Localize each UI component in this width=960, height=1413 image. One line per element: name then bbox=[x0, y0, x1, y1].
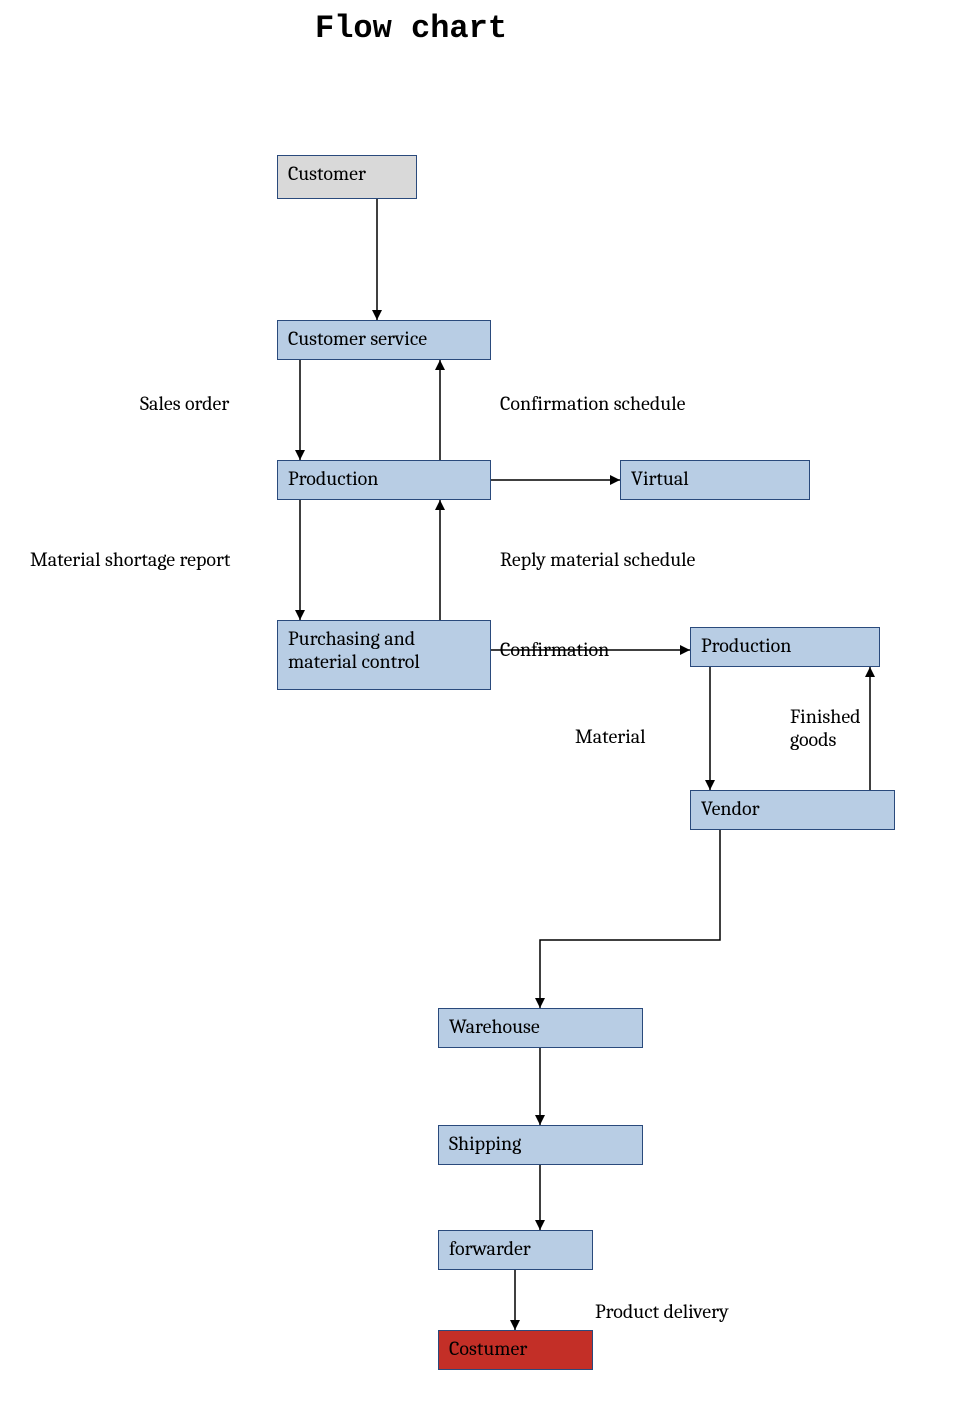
label-confirmation: Confirmation bbox=[500, 638, 609, 661]
node-production-1: Production bbox=[277, 460, 491, 500]
node-production-2: Production bbox=[690, 627, 880, 667]
label-sales-order: Sales order bbox=[140, 392, 229, 415]
node-purchasing: Purchasing and material control bbox=[277, 620, 491, 690]
node-virtual: Virtual bbox=[620, 460, 810, 500]
label-product-delivery: Product delivery bbox=[595, 1300, 729, 1323]
node-warehouse: Warehouse bbox=[438, 1008, 643, 1048]
label-material-shortage: Material shortage report bbox=[30, 548, 230, 571]
label-reply-material: Reply material schedule bbox=[500, 548, 695, 571]
node-shipping: Shipping bbox=[438, 1125, 643, 1165]
label-finished-goods: Finished goods bbox=[790, 705, 880, 751]
label-material: Material bbox=[575, 725, 646, 748]
label-confirmation-schedule: Confirmation schedule bbox=[500, 392, 685, 415]
node-forwarder: forwarder bbox=[438, 1230, 593, 1270]
node-customer: Customer bbox=[277, 155, 417, 199]
node-customer-service: Customer service bbox=[277, 320, 491, 360]
node-costumer: Costumer bbox=[438, 1330, 593, 1370]
node-vendor: Vendor bbox=[690, 790, 895, 830]
diagram-title: Flow chart bbox=[315, 10, 507, 47]
